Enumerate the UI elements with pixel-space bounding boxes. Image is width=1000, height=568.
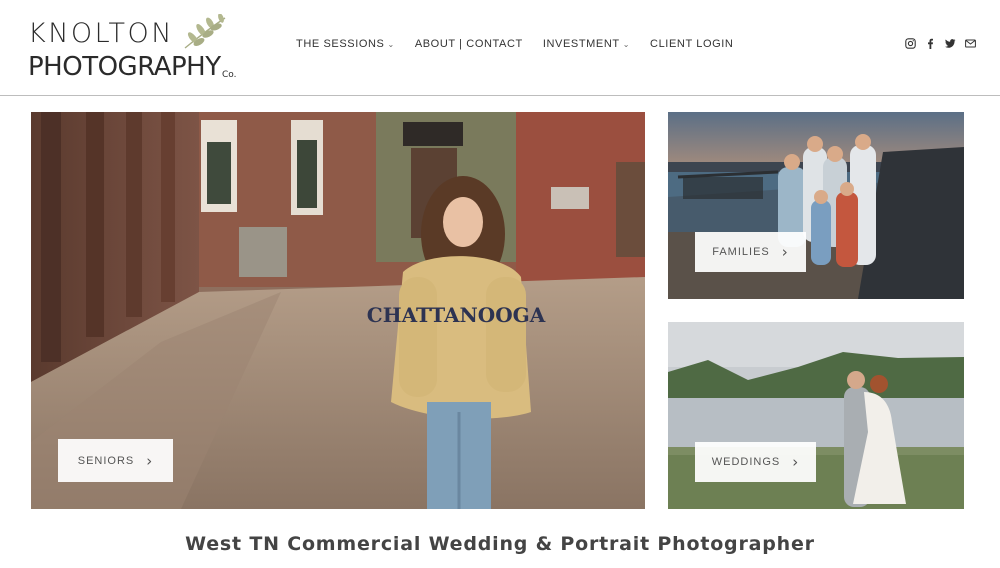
nav-item-client-login[interactable]: CLIENT LOGIN: [650, 38, 733, 50]
logo-line-2: PHOTOGRAPHY: [28, 52, 221, 82]
chevron-right-icon: ›: [792, 453, 800, 471]
seniors-button[interactable]: SENIORS ›: [58, 439, 173, 482]
sweatshirt-text: CHATTANOOGA: [367, 303, 546, 327]
weddings-button[interactable]: WEDDINGS ›: [695, 442, 816, 482]
instagram-icon[interactable]: [905, 38, 916, 49]
weddings-button-label: WEDDINGS: [711, 456, 781, 468]
nav-item-label: ABOUT | CONTACT: [414, 38, 523, 50]
social-links: [905, 38, 976, 49]
families-button-label: FAMILIES: [712, 246, 770, 258]
nav-item-sessions[interactable]: THE SESSIONS ⌄: [296, 38, 395, 50]
logo-suffix: Co.: [222, 70, 237, 80]
nav-item-investment[interactable]: INVESTMENT ⌄: [543, 38, 630, 50]
chevron-down-icon: ⌄: [387, 39, 395, 49]
twitter-icon[interactable]: [945, 38, 956, 49]
email-icon[interactable]: [965, 38, 976, 49]
nav-item-label: CLIENT LOGIN: [650, 38, 734, 50]
seniors-button-label: SENIORS: [77, 454, 135, 467]
families-button[interactable]: FAMILIES ›: [695, 232, 806, 272]
nav-item-label: INVESTMENT: [542, 38, 620, 50]
logo-line-1: KNOLTON: [28, 18, 174, 49]
main-nav: THE SESSIONS ⌄ ABOUT | CONTACT INVESTMEN…: [296, 38, 733, 50]
site-header: KNOLTON PHOTOGRAPHY Co. THE SESSIONS ⌄ A…: [0, 0, 1000, 96]
site-logo[interactable]: KNOLTON PHOTOGRAPHY Co.: [28, 14, 248, 84]
nav-item-label: THE SESSIONS: [296, 38, 385, 50]
chevron-down-icon: ⌄: [622, 39, 631, 49]
leaf-branch-icon: [184, 14, 226, 49]
page-tagline: West TN Commercial Wedding & Portrait Ph…: [185, 533, 815, 555]
chevron-right-icon: ›: [146, 451, 154, 470]
chevron-right-icon: ›: [781, 243, 789, 261]
nav-item-about-contact[interactable]: ABOUT | CONTACT: [415, 38, 523, 50]
facebook-icon[interactable]: [925, 38, 936, 49]
